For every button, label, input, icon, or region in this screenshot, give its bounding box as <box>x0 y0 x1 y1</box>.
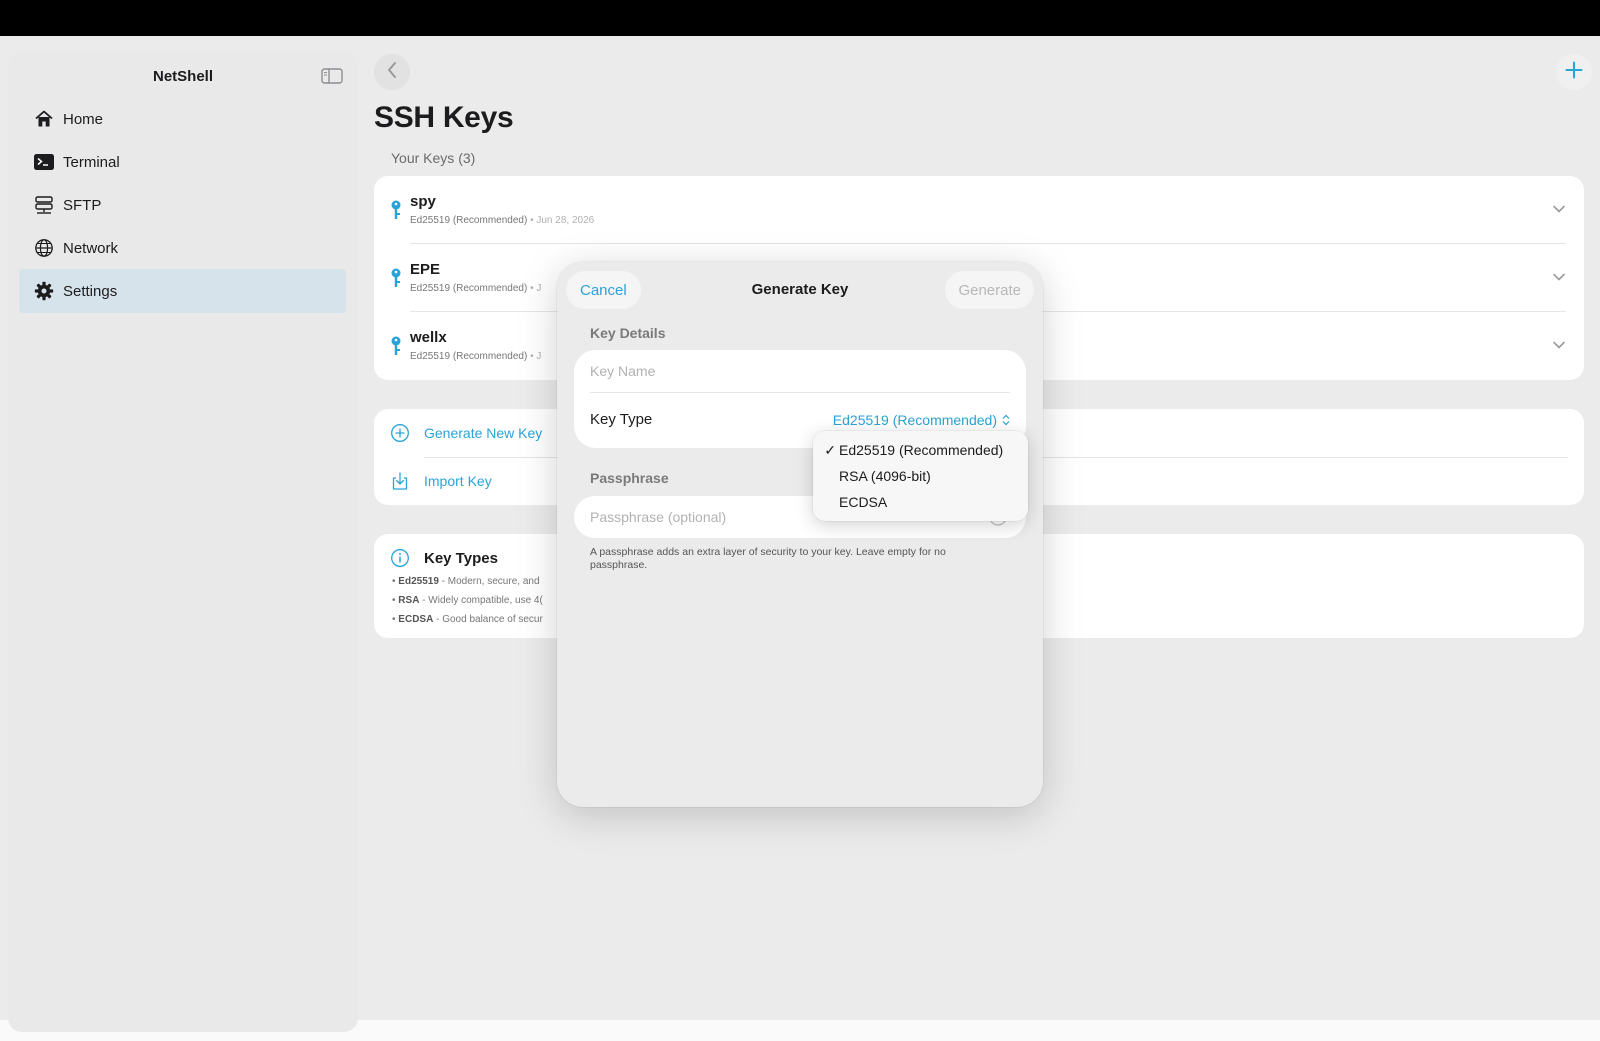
key-type-info-line: • Ed25519 - Modern, secure, and <box>392 576 540 587</box>
top-black-bar <box>0 0 1600 36</box>
option-label: RSA (4096-bit) <box>839 468 931 484</box>
key-type-option-ed25519[interactable]: ✓ Ed25519 (Recommended) <box>813 437 1028 463</box>
key-types-title: Key Types <box>424 549 498 567</box>
page-title: SSH Keys <box>374 101 514 134</box>
key-name-field[interactable]: Key Name <box>590 363 1010 385</box>
key-meta: Ed25519 (Recommended) • J <box>410 351 542 362</box>
key-meta: Ed25519 (Recommended) • J <box>410 283 542 294</box>
key-type-info-line: • ECDSA - Good balance of secur <box>392 614 543 625</box>
sidebar-toggle-icon[interactable] <box>320 64 344 88</box>
import-key-label: Import Key <box>424 473 492 489</box>
generate-new-key-label: Generate New Key <box>424 425 543 441</box>
row-divider <box>590 392 1010 393</box>
home-icon <box>33 108 55 130</box>
chevron-down-icon[interactable] <box>1550 200 1568 218</box>
generate-button[interactable]: Generate <box>945 271 1034 309</box>
gear-icon <box>33 280 55 302</box>
key-icon <box>388 334 404 358</box>
server-icon <box>33 194 55 216</box>
key-type-option-rsa[interactable]: RSA (4096-bit) <box>813 463 1028 489</box>
terminal-icon <box>33 151 55 173</box>
app-title: NetShell <box>152 68 213 85</box>
import-icon <box>390 471 410 491</box>
cancel-button[interactable]: Cancel <box>566 271 641 309</box>
sidebar-item-settings[interactable]: Settings <box>19 269 346 313</box>
add-button[interactable] <box>1556 54 1592 90</box>
chevron-up-down-icon <box>1002 414 1010 426</box>
key-type-option-ecdsa[interactable]: ECDSA <box>813 489 1028 515</box>
sidebar-item-sftp[interactable]: SFTP <box>19 183 346 227</box>
key-icon <box>388 266 404 290</box>
plus-icon <box>1565 61 1583 84</box>
sidebar-item-network[interactable]: Network <box>19 226 346 270</box>
chevron-down-icon[interactable] <box>1550 268 1568 286</box>
key-name: wellx <box>410 329 447 346</box>
key-type-info-line: • RSA - Widely compatible, use 4( <box>392 595 543 606</box>
key-name: spy <box>410 193 436 210</box>
keys-section-header: Your Keys (3) <box>391 150 476 166</box>
passphrase-header: Passphrase <box>590 470 669 486</box>
key-type-label: Key Type <box>590 411 653 428</box>
sidebar: NetShell Home Terminal SFTP Network Sett… <box>8 52 358 1032</box>
generate-key-sheet: Generate Key Cancel Generate Key Details… <box>557 262 1043 807</box>
key-meta: Ed25519 (Recommended) • Jun 28, 2026 <box>410 215 595 226</box>
sidebar-item-label: Settings <box>63 282 118 300</box>
sidebar-item-home[interactable]: Home <box>19 97 346 141</box>
key-types-header: Key Types <box>390 548 498 568</box>
sidebar-item-label: Network <box>63 239 119 257</box>
passphrase-hint: A passphrase adds an extra layer of secu… <box>590 546 946 571</box>
sidebar-item-terminal[interactable]: Terminal <box>19 140 346 184</box>
key-type-dropdown-menu: ✓ Ed25519 (Recommended) RSA (4096-bit) E… <box>813 431 1028 521</box>
sidebar-item-label: SFTP <box>63 196 102 214</box>
key-details-header: Key Details <box>590 325 666 341</box>
back-button[interactable] <box>374 54 410 90</box>
option-label: ECDSA <box>839 494 888 510</box>
sidebar-item-label: Home <box>63 110 104 128</box>
globe-icon <box>33 237 55 259</box>
key-type-select[interactable]: Ed25519 (Recommended) <box>833 412 1010 428</box>
checkmark-icon: ✓ <box>824 441 836 458</box>
key-name: EPE <box>410 261 441 278</box>
chevron-left-icon <box>386 61 398 84</box>
key-icon <box>388 198 404 222</box>
plus-circle-icon <box>390 423 410 443</box>
sidebar-item-label: Terminal <box>63 153 120 171</box>
key-row-spy[interactable]: spy Ed25519 (Recommended) • Jun 28, 2026 <box>374 176 1584 244</box>
info-icon <box>390 548 410 568</box>
key-type-value: Ed25519 (Recommended) <box>832 412 997 428</box>
option-label: Ed25519 (Recommended) <box>839 442 1004 458</box>
chevron-down-icon[interactable] <box>1550 336 1568 354</box>
